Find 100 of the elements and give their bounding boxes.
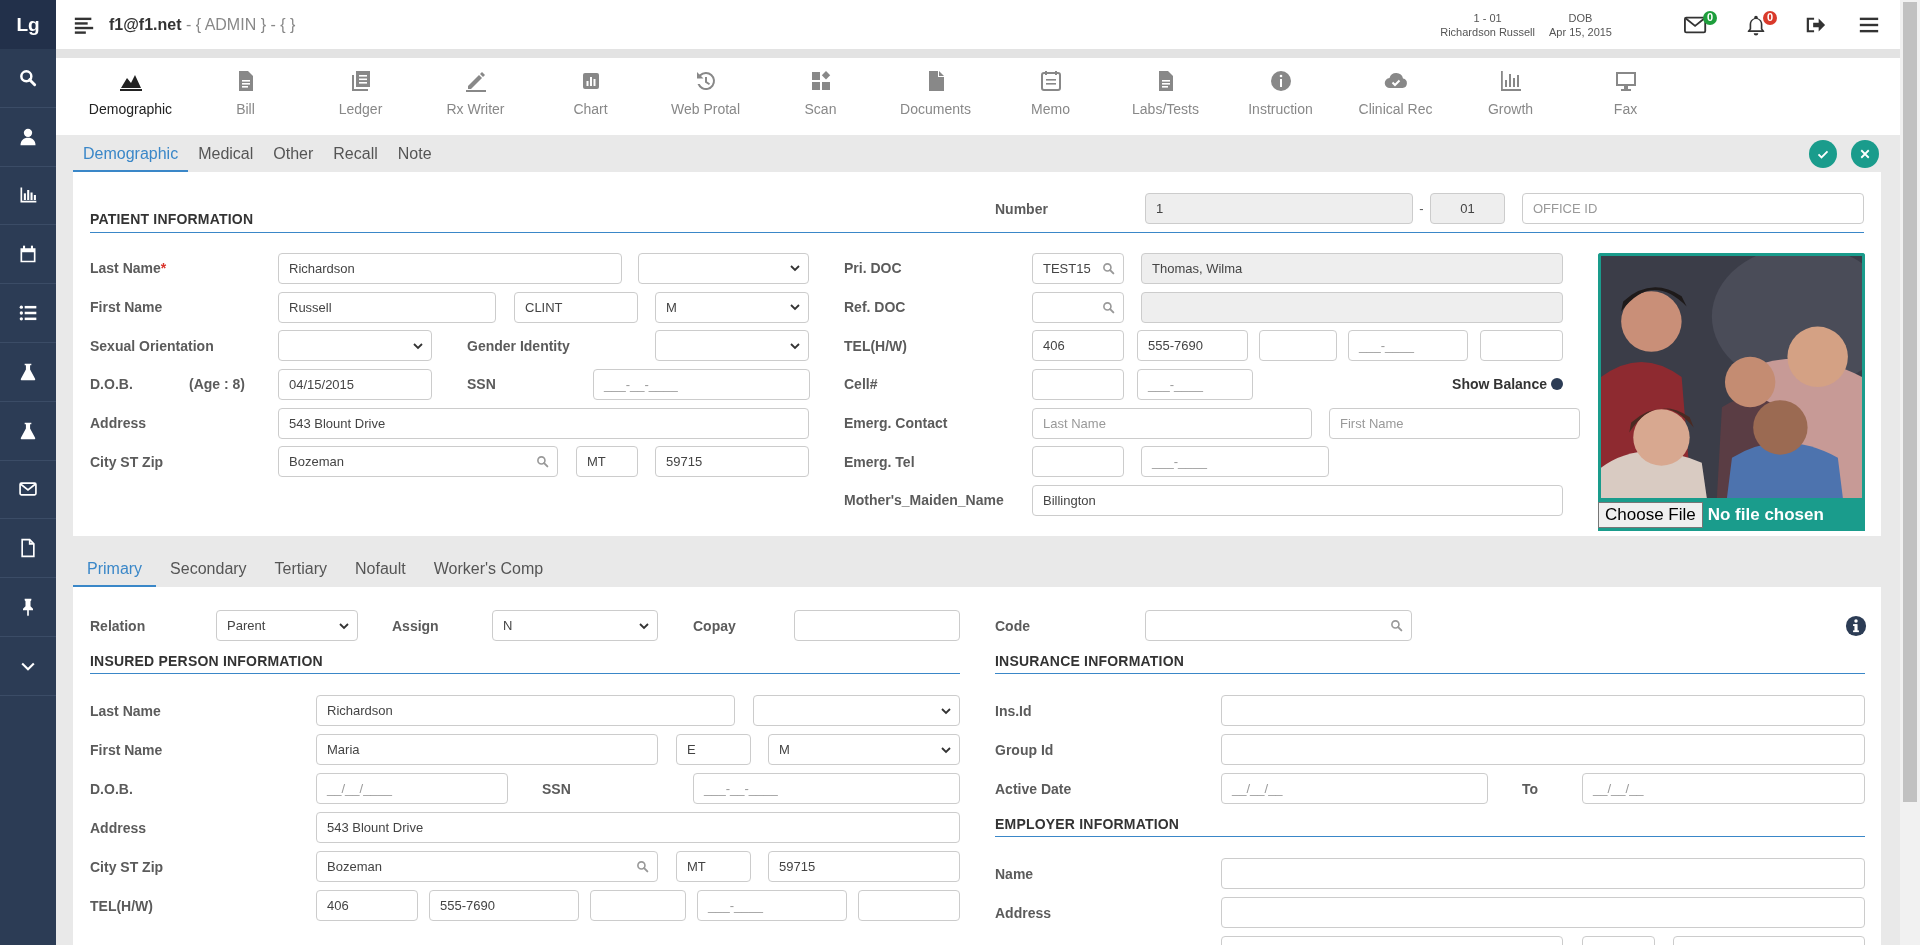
toolbar-button[interactable]: Rx Writer [418, 58, 533, 135]
text-field[interactable]: MT [576, 446, 638, 478]
caret-icon [790, 263, 800, 274]
field-label: D.O.B. [90, 376, 133, 393]
toolbar-button[interactable]: Web Protal [648, 58, 763, 135]
caret-icon [339, 620, 349, 631]
bar-chart-icon[interactable] [18, 185, 38, 206]
field-label: Group Id [995, 741, 1054, 758]
dropdown[interactable]: M [768, 734, 960, 765]
field-label: Address [995, 904, 1052, 921]
dropdown[interactable] [753, 695, 960, 726]
text-field[interactable] [1221, 734, 1865, 765]
text-field[interactable] [590, 890, 686, 921]
info-icon [1268, 69, 1293, 93]
text-field[interactable] [1221, 695, 1865, 726]
text-field[interactable] [858, 890, 960, 921]
text-field[interactable]: 543 Blount Drive [316, 812, 960, 843]
tab[interactable]: Medical [188, 145, 264, 172]
search-icon[interactable] [18, 67, 38, 88]
toolbar-button[interactable]: Ledger [303, 58, 418, 135]
text-field[interactable]: Richardson [278, 252, 622, 284]
toolbar-button[interactable]: Instruction [1223, 58, 1338, 135]
tab[interactable]: Worker's Comp [419, 560, 558, 587]
readonly-field[interactable]: Thomas, Wilma [1141, 252, 1563, 284]
field-label: Sexual Orientation [90, 337, 214, 354]
document-icon[interactable] [18, 538, 38, 559]
readonly-field[interactable]: 1 [1145, 193, 1413, 224]
text-field[interactable] [1221, 858, 1865, 889]
text-field[interactable]: 04/15/2015 [278, 368, 432, 400]
dropdown[interactable] [655, 330, 809, 362]
field-label: Mother's_Maiden_Name [844, 492, 1004, 509]
toolbar-button[interactable]: Memo [993, 58, 1108, 135]
context-label: - { ADMIN } - { } [184, 15, 296, 34]
tab[interactable]: Nofault [341, 560, 420, 587]
dropdown[interactable]: N [492, 610, 658, 641]
tab[interactable]: Note [387, 145, 442, 172]
close-button[interactable] [1851, 139, 1879, 168]
save-button[interactable] [1809, 139, 1837, 168]
section-heading: PATIENT INFORMATION [90, 211, 255, 227]
search-field[interactable]: TEST15 [1032, 252, 1124, 284]
text-field[interactable]: 555-7690 [429, 890, 579, 921]
text-field[interactable] [1032, 446, 1124, 478]
toolbar-button[interactable]: Scan [763, 58, 878, 135]
text-field[interactable]: 406 [1032, 330, 1124, 362]
toolbar-button[interactable]: Bill [188, 58, 303, 135]
text-field[interactable]: MT [676, 851, 751, 882]
text-field[interactable]: 59715 [768, 851, 960, 882]
text-field[interactable]: Richardson [316, 695, 735, 726]
field-label: Address [90, 415, 147, 432]
flask-icon[interactable] [18, 420, 38, 441]
search-field[interactable]: Bozeman [316, 851, 658, 882]
text-field[interactable]: E [676, 734, 751, 765]
text-field[interactable] [1480, 330, 1563, 362]
text-field[interactable]: 59715 [655, 446, 809, 478]
field-label: First Name [90, 299, 163, 316]
field-label: Address [90, 819, 147, 836]
dropdown[interactable] [278, 330, 432, 362]
flask-icon[interactable] [18, 361, 38, 382]
text-field[interactable]: 543 Blount Drive [278, 407, 809, 439]
dropdown[interactable] [638, 252, 809, 284]
text-field[interactable] [1032, 368, 1124, 400]
tab[interactable]: Other [263, 145, 324, 172]
dob-value: Apr 15, 2015 [1549, 24, 1612, 39]
toolbar-button[interactable]: Labs/Tests [1108, 58, 1223, 135]
toolbar-button[interactable]: Clinical Rec [1338, 58, 1453, 135]
text-field[interactable]: Billington [1032, 484, 1563, 516]
toolbar-button[interactable]: Demographic [73, 58, 188, 135]
dropdown[interactable]: M [655, 291, 809, 323]
toolbar-button[interactable]: Chart [533, 58, 648, 135]
info-icon[interactable] [1845, 614, 1867, 637]
readonly-field[interactable]: 01 [1430, 193, 1505, 224]
search-field[interactable] [1145, 610, 1412, 641]
text-field[interactable] [1221, 897, 1865, 928]
text-field[interactable]: Maria [316, 734, 658, 765]
toolbar-button[interactable]: Growth [1453, 58, 1568, 135]
tab[interactable]: Recall [323, 145, 388, 172]
calendar-icon[interactable] [18, 244, 38, 265]
search-field[interactable] [1032, 291, 1124, 323]
tab[interactable]: Tertiary [260, 560, 342, 587]
field-label: Pri. DOC [844, 260, 902, 277]
toolbar-button[interactable]: Documents [878, 58, 993, 135]
scrollbar[interactable] [1900, 0, 1920, 945]
user-icon[interactable] [18, 126, 38, 147]
show-balance-label[interactable]: Show Balance [1452, 376, 1547, 393]
caret-icon [413, 340, 423, 351]
tab[interactable]: Secondary [156, 560, 261, 587]
field-label: City ST Zip [90, 858, 164, 875]
choose-file-button[interactable]: Choose File [1598, 501, 1703, 528]
dropdown[interactable]: Parent [216, 610, 358, 641]
text-field[interactable] [1259, 330, 1337, 362]
text-field[interactable] [794, 610, 960, 641]
text-field[interactable]: Russell [278, 291, 496, 323]
toolbar-button[interactable]: Fax [1568, 58, 1683, 135]
toggle-dot[interactable] [1551, 378, 1563, 391]
text-field[interactable]: 406 [316, 890, 418, 921]
app-logo[interactable]: Lg [0, 0, 56, 49]
search-field[interactable]: Bozeman [278, 446, 558, 478]
readonly-field[interactable] [1141, 291, 1563, 323]
text-field[interactable]: CLINT [514, 291, 638, 323]
text-field[interactable]: 555-7690 [1137, 330, 1248, 362]
